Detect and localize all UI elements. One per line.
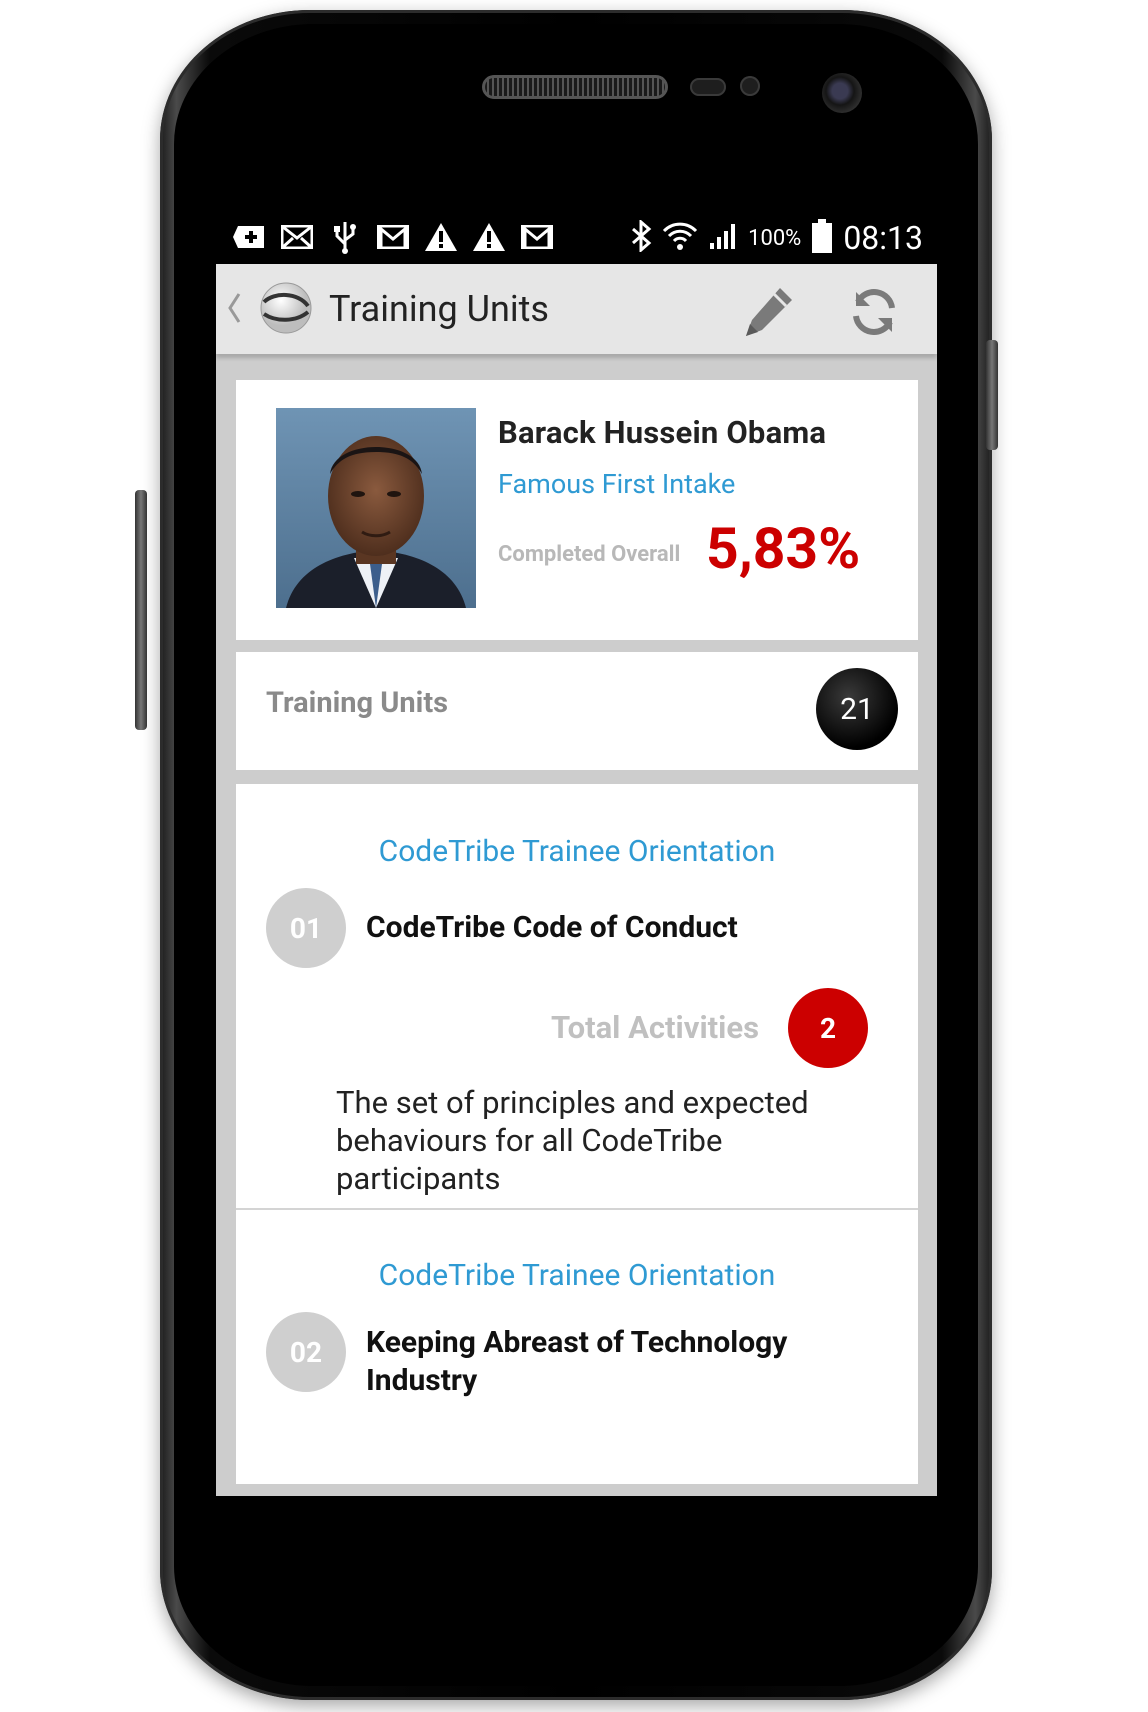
total-activities-label: Total Activities	[551, 1009, 760, 1046]
gmail-icon	[374, 220, 412, 254]
mail-icon	[278, 220, 316, 254]
training-units-list: CodeTribe Trainee Orientation 01 CodeTri…	[236, 784, 918, 1484]
unit-title: CodeTribe Code of Conduct	[366, 910, 738, 945]
status-bar: 100% 08:13	[216, 212, 937, 264]
earpiece-speaker	[482, 75, 668, 99]
unit-number-badge: 01	[266, 888, 346, 968]
system-indicators: 100% 08:13	[630, 212, 923, 264]
training-units-header[interactable]: Training Units 21	[236, 652, 918, 770]
wifi-icon	[662, 221, 698, 255]
warning-icon	[470, 220, 508, 254]
bluetooth-icon	[630, 218, 652, 256]
list-item[interactable]: CodeTribe Trainee Orientation 02 Keeping…	[236, 1210, 918, 1484]
light-sensor	[740, 76, 760, 96]
course-name: CodeTribe Trainee Orientation	[378, 834, 776, 869]
unit-description: The set of principles and expected behav…	[336, 1084, 809, 1197]
signal-icon	[708, 221, 738, 255]
app-logo-icon[interactable]	[258, 280, 314, 336]
power-button	[986, 340, 998, 450]
edit-pencil-icon[interactable]	[736, 284, 796, 340]
intake-name[interactable]: Famous First Intake	[498, 468, 735, 500]
back-chevron-icon[interactable]	[224, 288, 244, 328]
volume-button	[135, 490, 147, 730]
training-units-label: Training Units	[266, 686, 449, 720]
clock: 08:13	[843, 219, 923, 257]
unit-number-badge: 02	[266, 1312, 346, 1392]
completed-label: Completed Overall	[498, 542, 681, 567]
unit-title: Keeping Abreast of Technology Industry	[366, 1325, 788, 1398]
completed-percentage: 5,83%	[706, 515, 861, 582]
notification-icons	[230, 220, 556, 254]
profile-photo	[276, 408, 476, 608]
action-bar: Training Units	[216, 264, 937, 354]
refresh-icon[interactable]	[846, 284, 902, 340]
battery-percent: 100%	[748, 225, 802, 251]
warning-icon	[422, 220, 460, 254]
course-name: CodeTribe Trainee Orientation	[378, 1258, 776, 1293]
page-title: Training Units	[329, 288, 549, 330]
proximity-sensor	[690, 78, 726, 96]
gmail-icon	[518, 220, 556, 254]
training-units-count-badge: 21	[816, 668, 898, 750]
screen: 100% 08:13 Training Units Barack Hussein…	[216, 212, 937, 1496]
usb-icon	[326, 220, 364, 254]
plus-box-icon	[230, 220, 268, 254]
trainee-name: Barack Hussein Obama	[498, 414, 827, 451]
front-camera	[822, 73, 862, 113]
profile-card[interactable]: Barack Hussein Obama Famous First Intake…	[236, 380, 918, 640]
activities-count-badge: 2	[788, 988, 868, 1068]
list-item[interactable]: CodeTribe Trainee Orientation 01 CodeTri…	[236, 784, 918, 1209]
battery-icon	[811, 219, 833, 257]
